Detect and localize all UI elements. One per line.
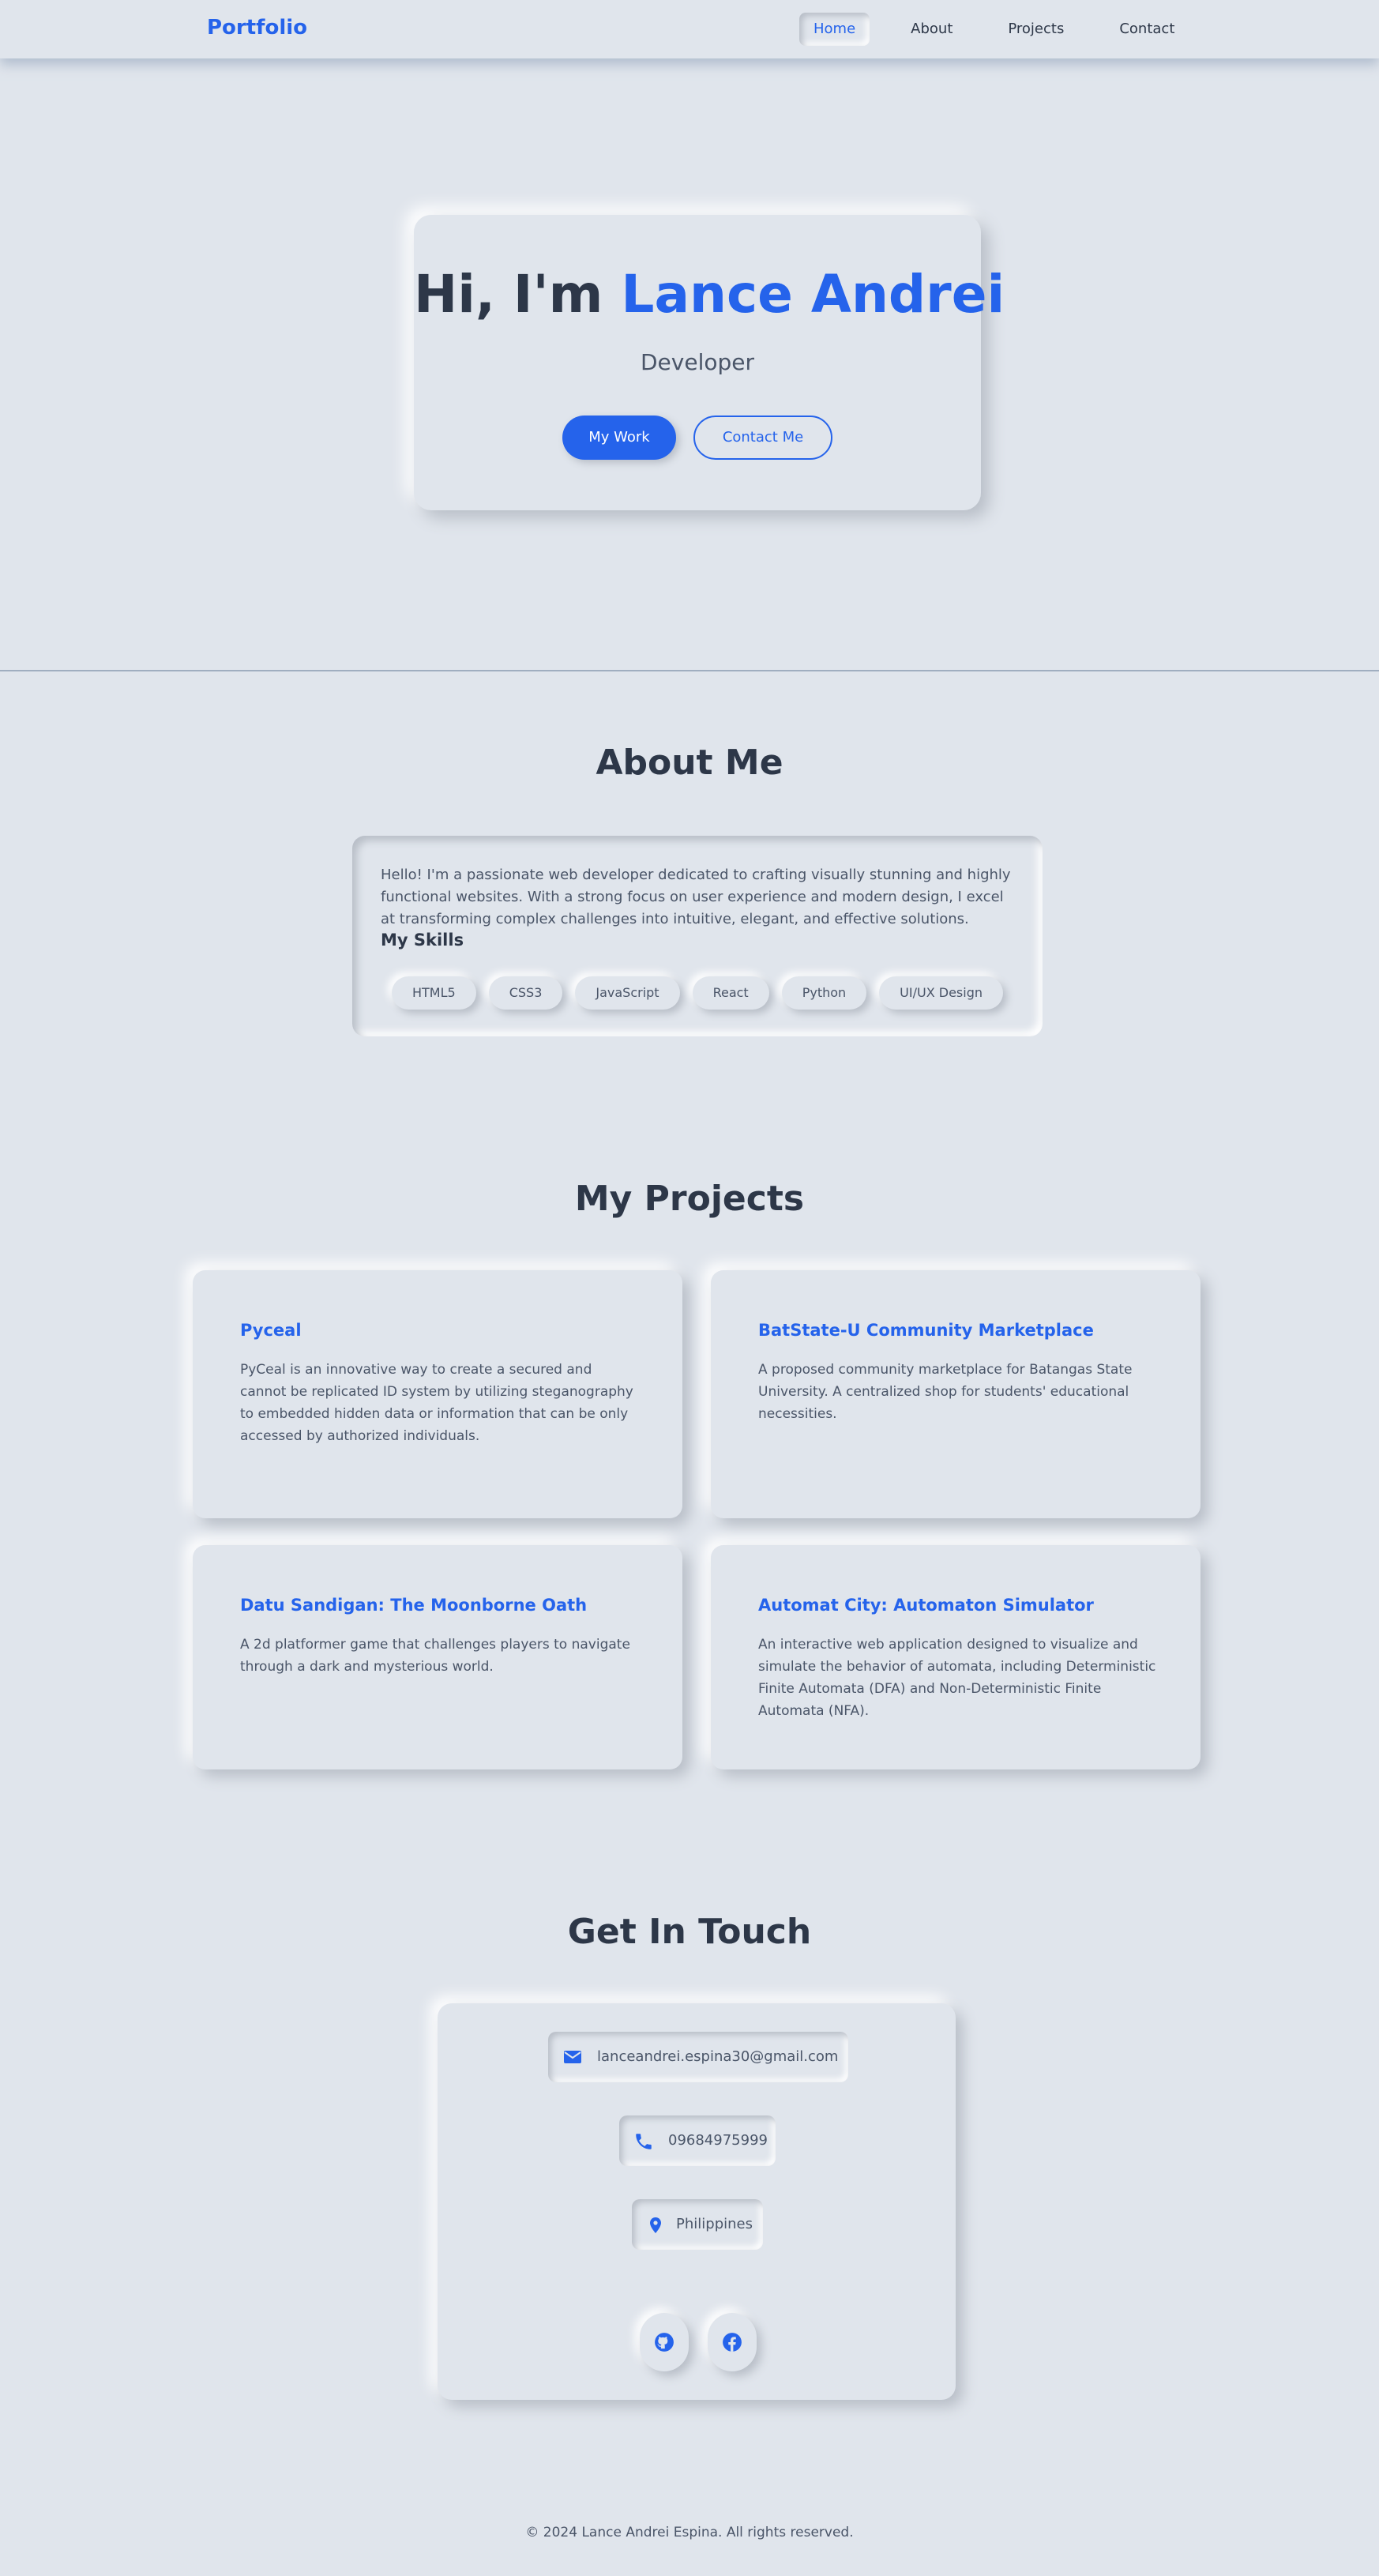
page: Portfolio Home About Projects Contact Hi… xyxy=(0,0,1379,2576)
phone-item[interactable]: 09684975999 xyxy=(619,2115,776,2166)
about-title: About Me xyxy=(596,743,783,783)
footer-copyright: © 2024 Lance Andrei Espina. All rights r… xyxy=(525,2525,854,2540)
skills-list: HTML5 CSS3 JavaScript React Python UI/UX… xyxy=(392,976,1016,1010)
project-title: Pyceal xyxy=(240,1321,302,1340)
hero-title: Hi, I'm Lance Andrei xyxy=(414,264,1005,325)
contact-me-button[interactable]: Contact Me xyxy=(693,416,832,460)
nav-link-about[interactable]: About xyxy=(896,13,967,46)
skill-tag: React xyxy=(692,976,769,1010)
email-item[interactable]: lanceandrei.espina30@gmail.com xyxy=(548,2032,848,2082)
hero-name: Lance Andrei xyxy=(621,264,1005,325)
nav-link-home[interactable]: Home xyxy=(799,13,870,46)
github-link[interactable] xyxy=(640,2313,689,2371)
facebook-link[interactable] xyxy=(708,2313,757,2371)
hero-greeting: Hi, I'm xyxy=(414,264,622,325)
section-divider xyxy=(0,670,1379,671)
skill-tag: Python xyxy=(781,976,867,1010)
project-description: A proposed community marketplace for Bat… xyxy=(758,1362,1133,1422)
project-description: A 2d platformer game that challenges pla… xyxy=(240,1637,630,1675)
contact-card: lanceandrei.espina30@gmail.com 096849759… xyxy=(438,2003,956,2400)
top-navbar: Portfolio Home About Projects Contact xyxy=(0,0,1379,58)
envelope-icon xyxy=(564,2051,581,2063)
project-card-datu-sandigan[interactable]: Datu Sandigan: The Moonborne Oath A 2d p… xyxy=(193,1545,682,1769)
skill-tag: JavaScript xyxy=(575,976,680,1010)
skill-tag: UI/UX Design xyxy=(879,976,1003,1010)
location-item[interactable]: Philippines xyxy=(632,2199,763,2250)
nav-link-contact[interactable]: Contact xyxy=(1105,13,1189,46)
project-title: Automat City: Automaton Simulator xyxy=(758,1596,1094,1615)
about-card: Hello! I'm a passionate web developer de… xyxy=(352,836,1043,1036)
hero-card: Hi, I'm Lance Andrei Developer My Work C… xyxy=(414,215,1005,510)
hero-subtitle: Developer xyxy=(640,349,754,375)
github-icon xyxy=(655,2333,674,2352)
site-logo[interactable]: Portfolio xyxy=(207,16,307,39)
my-work-button[interactable]: My Work xyxy=(562,416,676,460)
map-pin-icon xyxy=(650,2217,661,2233)
projects-title: My Projects xyxy=(574,1179,805,1219)
project-title: Datu Sandigan: The Moonborne Oath xyxy=(240,1596,588,1615)
project-description: PyCeal is an innovative way to create a … xyxy=(240,1362,633,1444)
facebook-icon xyxy=(723,2333,742,2352)
nav-links: Home About Projects Contact xyxy=(799,13,1189,46)
about-text: Hello! I'm a passionate web developer de… xyxy=(381,867,1011,927)
phone-text: 09684975999 xyxy=(668,2132,768,2149)
skill-tag: HTML5 xyxy=(392,976,476,1010)
project-card-marketplace[interactable]: BatState-U Community Marketplace A propo… xyxy=(711,1270,1201,1518)
contact-title: Get In Touch xyxy=(567,1912,812,1952)
project-card-automat-city[interactable]: Automat City: Automaton Simulator An int… xyxy=(711,1545,1201,1769)
project-title: BatState-U Community Marketplace xyxy=(758,1321,1094,1340)
skill-tag: CSS3 xyxy=(488,976,563,1010)
nav-link-projects[interactable]: Projects xyxy=(994,13,1078,46)
skills-title: My Skills xyxy=(381,931,464,950)
email-text: lanceandrei.espina30@gmail.com xyxy=(597,2048,839,2065)
project-card-pyceal[interactable]: Pyceal PyCeal is an innovative way to cr… xyxy=(193,1270,682,1518)
location-text: Philippines xyxy=(676,2216,753,2232)
phone-icon xyxy=(636,2134,652,2149)
project-description: An interactive web application designed … xyxy=(758,1637,1156,1719)
